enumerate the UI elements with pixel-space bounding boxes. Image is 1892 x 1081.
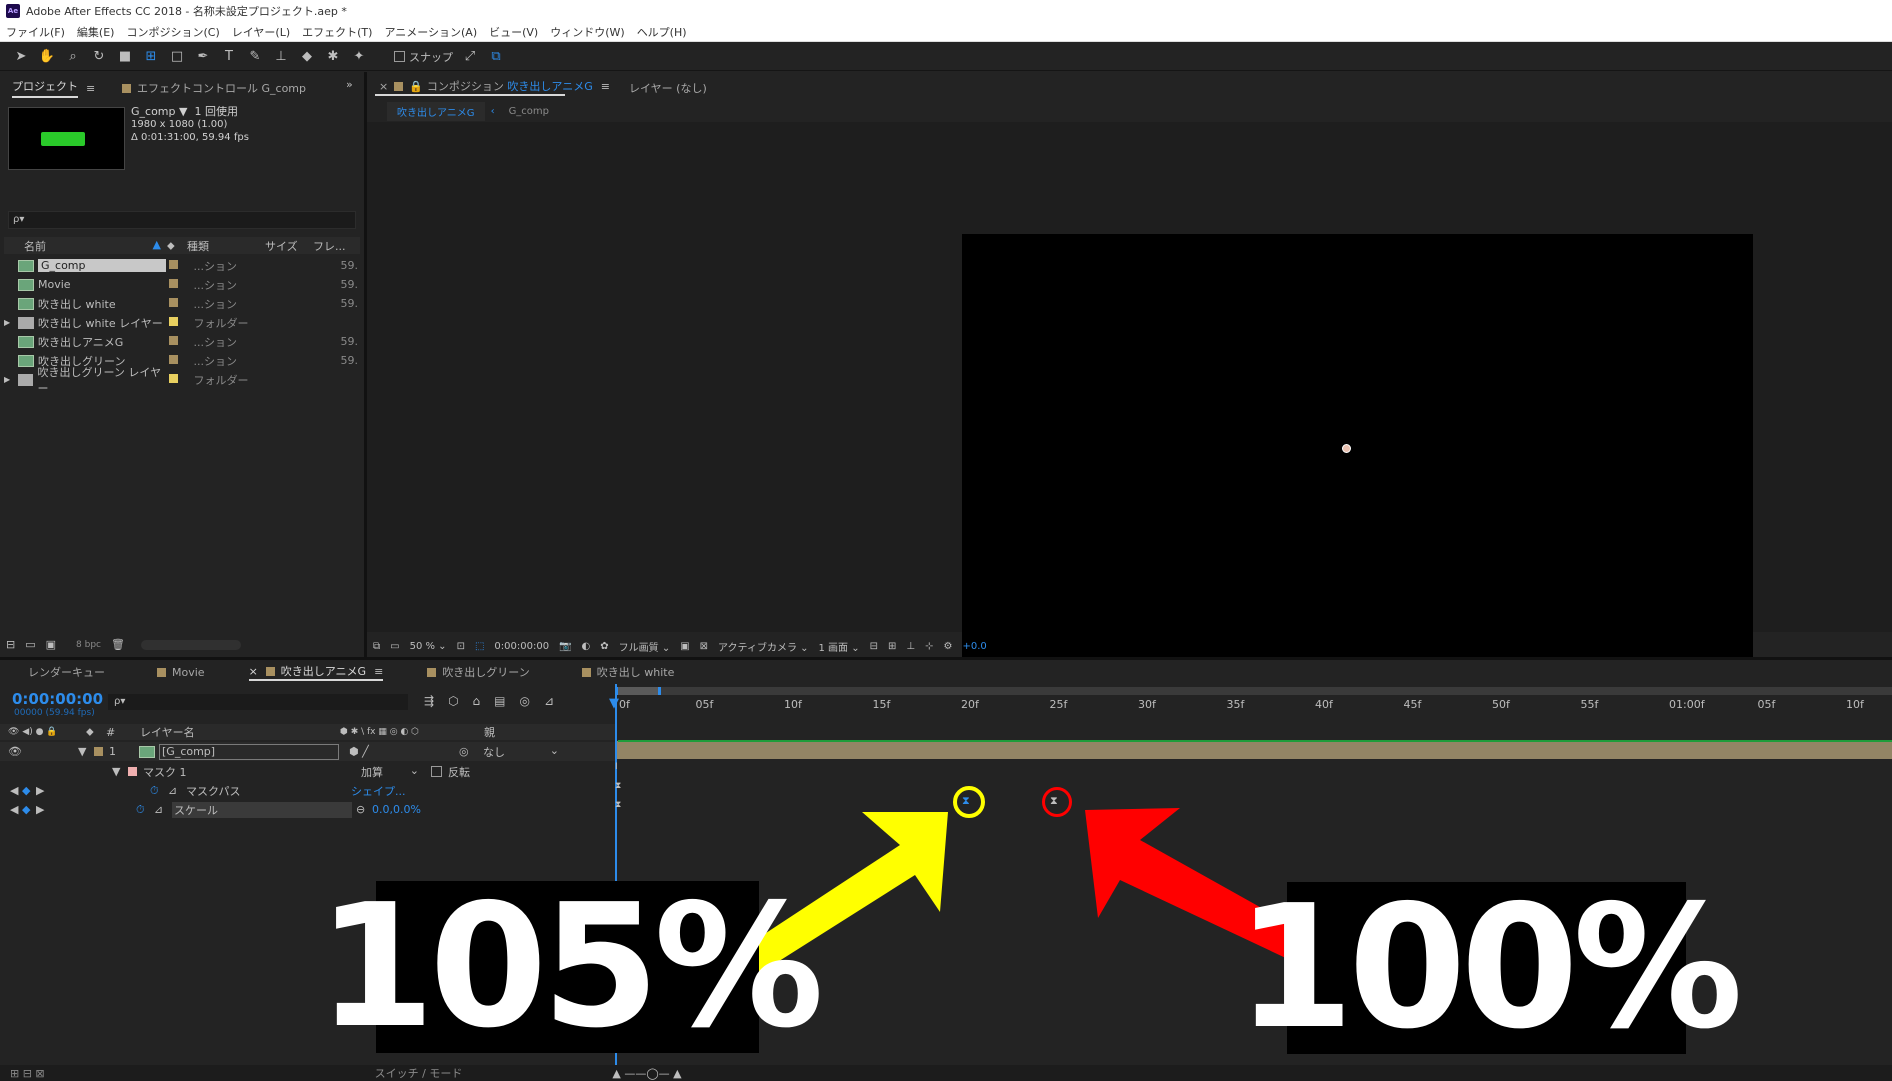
scale-label-105: 105%	[316, 868, 824, 1066]
scale-label-100: 100%	[1235, 869, 1743, 1067]
